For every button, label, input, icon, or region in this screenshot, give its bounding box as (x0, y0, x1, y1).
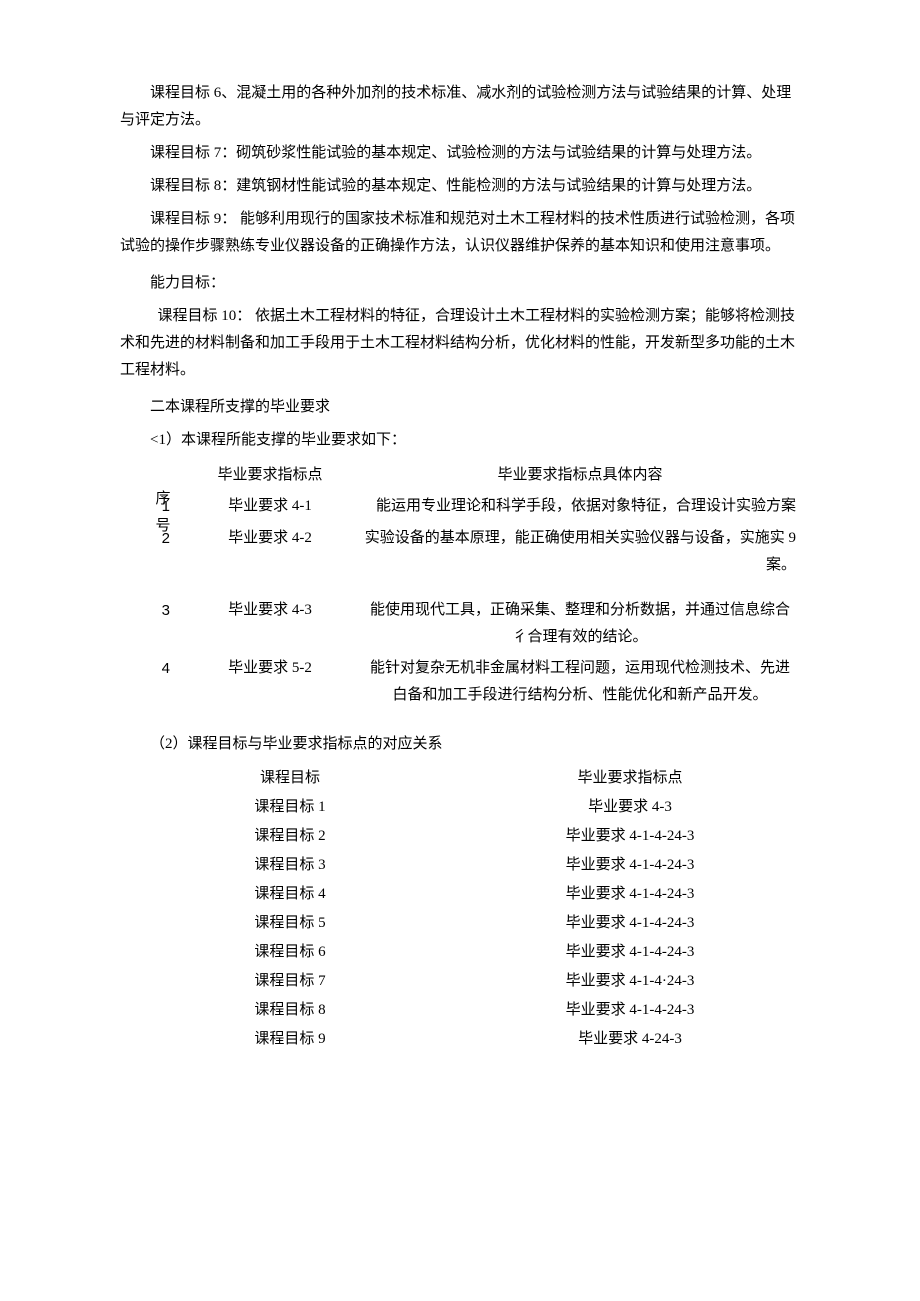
table-row: 课程目标 7 毕业要求 4-1-4·24-3 (120, 967, 800, 996)
cell-objective: 课程目标 4 (120, 880, 460, 909)
cell-objective: 课程目标 5 (120, 909, 460, 938)
paragraph-goal-8: 课程目标 8：建筑钢材性能试验的基本规定、性能检测的方法与试验结果的计算与处理方… (120, 173, 800, 200)
cell-requirement: 毕业要求 4-1-4·24-3 (460, 967, 800, 996)
header-indicator: 毕业要求指标点 (180, 460, 360, 491)
header-objective: 课程目标 (120, 764, 460, 793)
cell-requirement: 毕业要求 4-1-4-24-3 (460, 822, 800, 851)
cell-requirement: 毕业要求 4-1-4-24-3 (460, 851, 800, 880)
table-header-row: 课程目标 毕业要求指标点 (120, 764, 800, 793)
paragraph-goal-7: 课程目标 7：砌筑砂浆性能试验的基本规定、试验检测的方法与试验结果的计算与处理方… (120, 140, 800, 167)
table-row: 课程目标 9 毕业要求 4-24-3 (120, 1025, 800, 1054)
table-row: 课程目标 1 毕业要求 4-3 (120, 793, 800, 822)
header-requirement: 毕业要求指标点 (460, 764, 800, 793)
cell-content: 能运用专业理论和科学手段，依据对象特征，合理设计实验方案 (360, 491, 800, 523)
graduation-requirements-table: 序号 毕业要求指标点 毕业要求指标点具体内容 1 毕业要求 4-1 能运用专业理… (120, 460, 800, 711)
cell-objective: 课程目标 1 (120, 793, 460, 822)
table-row: 课程目标 4 毕业要求 4-1-4-24-3 (120, 880, 800, 909)
cell-objective: 课程目标 2 (120, 822, 460, 851)
table-row: 2 毕业要求 4-2 实验设备的基本原理，能正确使用相关实验仪器与设备，实施实 … (120, 523, 800, 581)
cell-seq: 3 (120, 581, 180, 653)
table-row: 课程目标 6 毕业要求 4-1-4-24-3 (120, 938, 800, 967)
cell-content: 实验设备的基本原理，能正确使用相关实验仪器与设备，实施实 9 案。 (360, 523, 800, 581)
subsection-1-label: <1）本课程所能支撑的毕业要求如下： (120, 427, 800, 454)
table-row: 课程目标 8 毕业要求 4-1-4-24-3 (120, 996, 800, 1025)
header-seq: 序号 (120, 460, 180, 491)
cell-requirement: 毕业要求 4-24-3 (460, 1025, 800, 1054)
cell-indicator: 毕业要求 4-2 (180, 523, 360, 581)
section-heading-2: 二本课程所支撑的毕业要求 (120, 394, 800, 421)
table-row: 课程目标 3 毕业要求 4-1-4-24-3 (120, 851, 800, 880)
table-row: 课程目标 2 毕业要求 4-1-4-24-3 (120, 822, 800, 851)
table-row: 3 毕业要求 4-3 能使用现代工具，正确采集、整理和分析数据，并通过信息综合彳… (120, 581, 800, 653)
subsection-2-label: （2）课程目标与毕业要求指标点的对应关系 (120, 731, 800, 758)
paragraph-goal-10: 课程目标 10： 依据土木工程材料的特征，合理设计土木工程材料的实验检测方案；能… (120, 303, 800, 384)
cell-content: 能针对复杂无机非金属材料工程问题，运用现代检测技术、先进白备和加工手段进行结构分… (360, 653, 800, 711)
cell-seq: 4 (120, 653, 180, 711)
cell-indicator: 毕业要求 4-3 (180, 581, 360, 653)
table-row: 课程目标 5 毕业要求 4-1-4-24-3 (120, 909, 800, 938)
cell-objective: 课程目标 3 (120, 851, 460, 880)
cell-requirement: 毕业要求 4-1-4-24-3 (460, 996, 800, 1025)
cell-requirement: 毕业要求 4-1-4-24-3 (460, 880, 800, 909)
cell-objective: 课程目标 7 (120, 967, 460, 996)
table-row: 4 毕业要求 5-2 能针对复杂无机非金属材料工程问题，运用现代检测技术、先进白… (120, 653, 800, 711)
cell-indicator: 毕业要求 4-1 (180, 491, 360, 523)
cell-objective: 课程目标 9 (120, 1025, 460, 1054)
cell-requirement: 毕业要求 4-1-4-24-3 (460, 938, 800, 967)
header-seq-text: 序号 (150, 486, 176, 540)
cell-objective: 课程目标 6 (120, 938, 460, 967)
header-content: 毕业要求指标点具体内容 (360, 460, 800, 491)
paragraph-goal-6: 课程目标 6、混凝土用的各种外加剂的技术标准、减水剂的试验检测方法与试验结果的计… (120, 80, 800, 134)
course-objective-mapping-table: 课程目标 毕业要求指标点 课程目标 1 毕业要求 4-3 课程目标 2 毕业要求… (120, 764, 800, 1054)
table-row: 1 毕业要求 4-1 能运用专业理论和科学手段，依据对象特征，合理设计实验方案 (120, 491, 800, 523)
cell-content: 能使用现代工具，正确采集、整理和分析数据，并通过信息综合彳合理有效的结论。 (360, 581, 800, 653)
paragraph-goal-9: 课程目标 9： 能够利用现行的国家技术标准和规范对土木工程材料的技术性质进行试验… (120, 206, 800, 260)
table-header-row: 序号 毕业要求指标点 毕业要求指标点具体内容 (120, 460, 800, 491)
cell-indicator: 毕业要求 5-2 (180, 653, 360, 711)
ability-target-label: 能力目标： (120, 270, 800, 297)
cell-objective: 课程目标 8 (120, 996, 460, 1025)
cell-requirement: 毕业要求 4-3 (460, 793, 800, 822)
cell-requirement: 毕业要求 4-1-4-24-3 (460, 909, 800, 938)
